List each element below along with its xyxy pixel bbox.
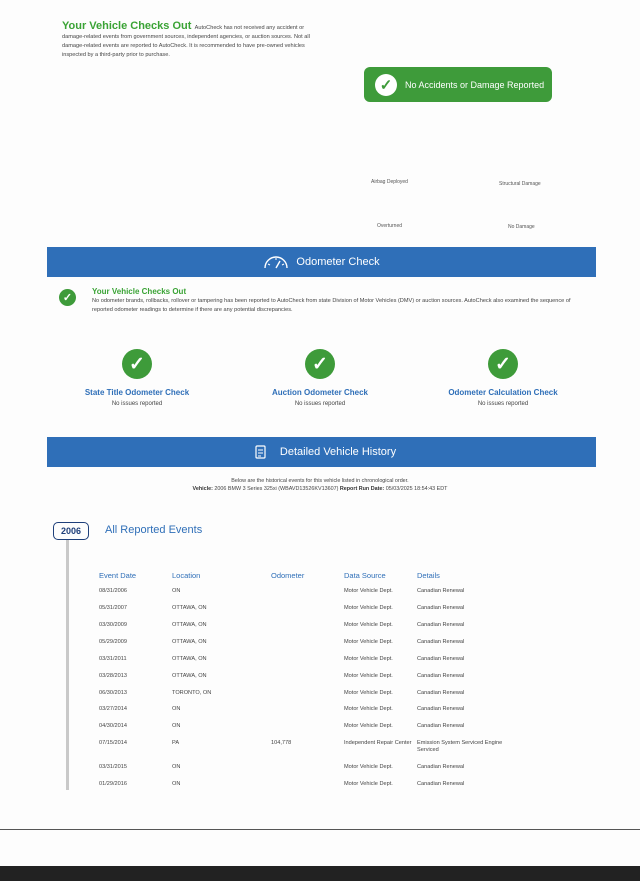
- check-title: Odometer Calculation Check: [448, 388, 558, 397]
- timeline-line: [66, 540, 69, 790]
- cell-details: Canadian Renewal: [417, 781, 465, 787]
- cell-details: Canadian Renewal: [417, 605, 465, 611]
- check-title: State Title Odometer Check: [84, 388, 190, 397]
- cell-location: ON: [172, 781, 181, 787]
- speedometer-icon: [264, 256, 289, 269]
- cell-source: Motor Vehicle Dept.: [344, 690, 393, 696]
- cell-source: Motor Vehicle Dept.: [344, 706, 393, 712]
- cell-details: Canadian Renewal: [417, 639, 465, 645]
- page-divider: [0, 829, 640, 830]
- overturned-label: Overturned: [377, 223, 403, 229]
- cell-date: 06/30/2013: [99, 690, 127, 696]
- cell-location: OTTAWA, ON: [172, 656, 207, 662]
- cell-source: Motor Vehicle Dept.: [344, 639, 393, 645]
- check-status: No issues reported: [111, 401, 163, 407]
- cell-source: Motor Vehicle Dept.: [344, 605, 393, 611]
- cell-location: OTTAWA, ON: [172, 639, 207, 645]
- no-damage-label: No Damage: [508, 224, 535, 230]
- cell-location: ON: [172, 764, 181, 770]
- check-status: No issues reported: [294, 401, 346, 407]
- airbag-deployed-label: Airbag Deployed: [371, 179, 408, 185]
- detailed-history-header: Detailed Vehicle History: [47, 437, 596, 467]
- column-header-data-source: Data Source: [344, 571, 386, 580]
- odometer-summary: Your Vehicle Checks Out No odometer bran…: [92, 287, 587, 315]
- cell-location: PA: [172, 740, 180, 746]
- cell-date: 03/27/2014: [99, 706, 127, 712]
- check-icon: ✓: [122, 349, 152, 379]
- detailed-history-title: Detailed Vehicle History: [279, 446, 397, 458]
- vehicle-label: Vehicle:: [192, 486, 213, 492]
- cell-source: Motor Vehicle Dept.: [344, 673, 393, 679]
- cell-date: 04/30/2014: [99, 723, 127, 729]
- cell-location: OTTAWA, ON: [172, 673, 207, 679]
- cell-details: Canadian Renewal: [417, 723, 465, 729]
- cell-date: 03/31/2015: [99, 764, 127, 770]
- cell-date: 08/31/2006: [99, 588, 127, 594]
- state-title-odometer-check: ✓ State Title Odometer Check No issues r…: [52, 349, 222, 407]
- accident-check-title: Your Vehicle Checks Out: [62, 20, 192, 32]
- history-intro: Below are the historical events for this…: [60, 477, 580, 493]
- column-header-location: Location: [172, 571, 201, 580]
- cell-date: 05/29/2009: [99, 639, 127, 645]
- cell-date: 03/28/2013: [99, 673, 127, 679]
- cell-odometer: 104,778: [271, 740, 292, 746]
- check-icon: ✓: [488, 349, 518, 379]
- auction-odometer-check: ✓ Auction Odometer Check No issues repor…: [235, 349, 405, 407]
- column-header-details: Details: [417, 571, 440, 580]
- cell-details: Canadian Renewal: [417, 690, 465, 696]
- cell-date: 01/29/2016: [99, 781, 127, 787]
- cell-location: ON: [172, 706, 181, 712]
- odometer-summary-text: No odometer brands, rollbacks, rollover …: [92, 298, 571, 313]
- check-icon: ✓: [305, 349, 335, 379]
- cell-source: Motor Vehicle Dept.: [344, 764, 393, 770]
- structural-damage-label: Structural Damage: [499, 181, 541, 187]
- run-date-value: 05/03/2025 18:54:43 EDT: [385, 486, 448, 492]
- check-status: No issues reported: [477, 401, 529, 407]
- cell-date: 03/31/2011: [99, 656, 127, 662]
- no-accidents-label: No Accidents or Damage Reported: [405, 79, 545, 90]
- cell-details: Canadian Renewal: [417, 706, 465, 712]
- odometer-calculation-check: ✓ Odometer Calculation Check No issues r…: [418, 349, 588, 407]
- odometer-check-header: Odometer Check: [47, 247, 596, 277]
- column-header-event-date: Event Date: [99, 571, 137, 580]
- odometer-summary-title: Your Vehicle Checks Out: [92, 287, 187, 296]
- column-header-odometer: Odometer: [271, 571, 305, 580]
- clipboard-icon: [255, 445, 266, 459]
- odometer-check-title: Odometer Check: [296, 256, 380, 268]
- cell-location: ON: [172, 723, 181, 729]
- cell-date: 03/30/2009: [99, 622, 127, 628]
- cell-details: Canadian Renewal: [417, 588, 465, 594]
- cell-location: OTTAWA, ON: [172, 605, 207, 611]
- check-icon: ✓: [59, 289, 76, 306]
- year-badge: 2006: [53, 522, 89, 540]
- cell-location: ON: [172, 588, 181, 594]
- cell-source: Motor Vehicle Dept.: [344, 588, 393, 594]
- all-reported-events-title: All Reported Events: [105, 524, 203, 536]
- history-intro-text: Below are the historical events for this…: [231, 478, 409, 484]
- cell-location: OTTAWA, ON: [172, 622, 207, 628]
- cell-source: Motor Vehicle Dept.: [344, 723, 393, 729]
- scan-edge: [0, 866, 640, 881]
- cell-date: 05/31/2007: [99, 605, 127, 611]
- check-icon: ✓: [375, 73, 397, 96]
- cell-source: Motor Vehicle Dept.: [344, 622, 393, 628]
- cell-source: Motor Vehicle Dept.: [344, 656, 393, 662]
- vehicle-checks-out-summary: Your Vehicle Checks Out AutoCheck has no…: [62, 20, 312, 60]
- cell-location: TORONTO, ON: [172, 690, 212, 696]
- vehicle-info-line: Vehicle: 2006 BMW 3 Series 325xi (WBAVD1…: [60, 485, 580, 493]
- cell-date: 07/15/2014: [99, 740, 127, 746]
- cell-details: Canadian Renewal: [417, 764, 465, 770]
- run-date-label: Report Run Date:: [339, 486, 385, 492]
- check-title: Auction Odometer Check: [271, 388, 368, 397]
- cell-details: Canadian Renewal: [417, 673, 465, 679]
- cell-source: Independent Repair Center: [344, 740, 412, 746]
- cell-details: Emission System Serviced Engine Serviced: [417, 740, 503, 753]
- cell-details: Canadian Renewal: [417, 656, 465, 662]
- vehicle-value: 2006 BMW 3 Series 325xi (WBAVD13526KV136…: [214, 486, 339, 492]
- cell-details: Canadian Renewal: [417, 622, 465, 628]
- cell-source: Motor Vehicle Dept.: [344, 781, 393, 787]
- no-accidents-badge: ✓ No Accidents or Damage Reported: [364, 67, 552, 102]
